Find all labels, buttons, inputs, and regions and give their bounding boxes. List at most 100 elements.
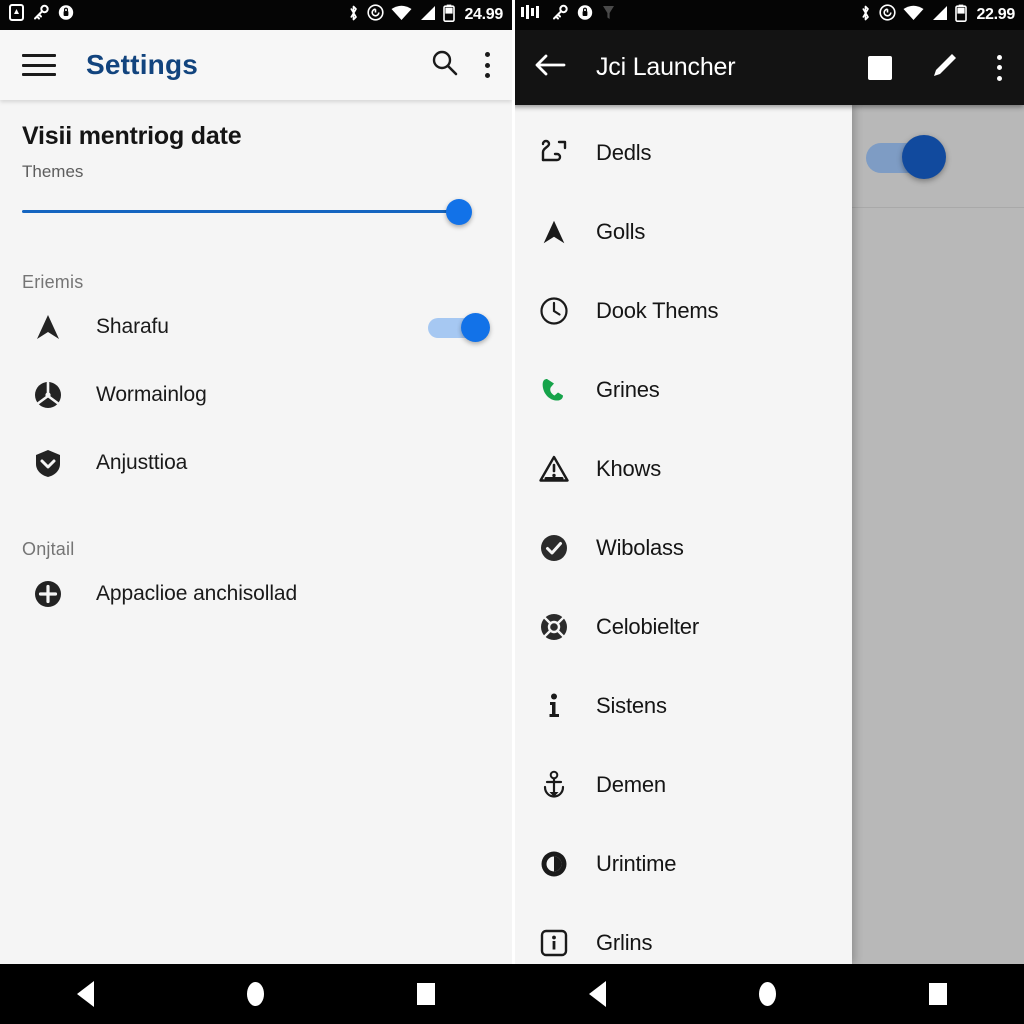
system-nav-bar	[0, 964, 512, 1024]
status-bar: 24.99	[0, 0, 512, 30]
status-bar-clock: 24.99	[464, 6, 503, 23]
background-setting-row	[852, 105, 1024, 205]
bluetooth-icon	[347, 4, 360, 27]
signal-icon	[931, 5, 948, 26]
drawer-item-celobielter[interactable]: Celobielter	[512, 587, 852, 666]
drawer-item-label: Demen	[596, 771, 666, 797]
pencil-edit-icon[interactable]	[930, 51, 958, 84]
page-title: Settings	[86, 49, 199, 80]
sync-icon	[367, 4, 385, 26]
settings-row-label: Sharafu	[96, 315, 169, 338]
drawer-item-dook-thems[interactable]: Dook Thems	[512, 271, 852, 350]
sim-card-icon	[9, 4, 24, 26]
launcher-actions	[868, 51, 1002, 84]
drawer-item-khows[interactable]: Khows	[512, 429, 852, 508]
plus-circle-icon	[22, 578, 74, 610]
overflow-menu-icon[interactable]	[996, 54, 1002, 81]
battery-icon	[955, 4, 968, 27]
overflow-menu-icon[interactable]	[484, 52, 490, 78]
check-circle-icon	[534, 533, 574, 563]
section-page-heading: Visii mentriog date	[22, 122, 242, 150]
drawer-item-label: Dook Thems	[596, 297, 719, 323]
bluetooth-icon	[859, 4, 872, 27]
shield-chevron-icon	[22, 447, 74, 479]
settings-row-label: Appaclioe anchisollad	[96, 582, 298, 605]
toggle-knob	[902, 135, 946, 179]
download-icon	[602, 4, 615, 26]
lifebuoy-icon	[534, 612, 574, 642]
hamburger-menu-icon[interactable]	[22, 54, 56, 76]
drawer-item-urintime[interactable]: Urintime	[512, 824, 852, 903]
launcher-app-bar: Jci Launcher	[512, 30, 1024, 105]
drawer-item-dedls[interactable]: Dedls	[512, 113, 852, 192]
stop-square-icon[interactable]	[868, 55, 892, 80]
app-badge-icon	[521, 4, 543, 26]
status-bar-right-icons: 24.99	[347, 4, 503, 27]
lock-badge-icon	[577, 4, 593, 26]
search-icon[interactable]	[431, 49, 458, 81]
drawer-item-label: Khows	[596, 455, 662, 481]
recents-square-icon[interactable]	[417, 983, 436, 1005]
back-triangle-icon[interactable]	[588, 981, 606, 1007]
drawer-item-label: Celobielter	[596, 613, 699, 639]
pie-progress-icon	[534, 849, 574, 879]
recents-square-icon[interactable]	[929, 983, 948, 1005]
settings-content: Visii mentriog date Themes Eriemis Shara…	[0, 100, 512, 964]
status-bar-left-icons	[9, 4, 74, 26]
background-toggle[interactable]	[866, 135, 946, 179]
wifi-icon	[391, 5, 412, 26]
system-nav-bar	[512, 964, 1024, 1024]
slider-track	[22, 210, 468, 213]
key-icon	[552, 4, 568, 26]
lock-badge-icon	[58, 4, 74, 26]
back-arrow-icon[interactable]	[534, 52, 566, 83]
clock-icon	[534, 296, 574, 326]
settings-row-appaclioe[interactable]: Appaclioe anchisollad	[22, 560, 490, 628]
drawer-item-demen[interactable]: Demen	[512, 745, 852, 824]
slider-thumb[interactable]	[446, 199, 472, 225]
home-circle-icon[interactable]	[758, 982, 776, 1006]
battery-icon	[443, 4, 456, 27]
sharafu-toggle[interactable]	[428, 312, 490, 342]
drawer-item-label: Golls	[596, 218, 646, 244]
section-header-onjtail: Onjtail	[22, 539, 75, 559]
section-header-eriemis: Eriemis	[22, 272, 84, 292]
drawer-item-label: Grlins	[596, 929, 653, 955]
drawer-item-label: Grines	[596, 376, 660, 402]
drawer-item-grines[interactable]: Grines	[512, 350, 852, 429]
dual-screenshot-container: 24.99 Settings Visii mentriog date Theme…	[0, 0, 1024, 1024]
settings-row-label: Wormainlog	[96, 383, 207, 406]
anchor-icon	[534, 770, 574, 800]
drawer-item-golls[interactable]: Golls	[512, 192, 852, 271]
drawer-item-label: Dedls	[596, 139, 652, 165]
toggle-knob	[461, 313, 490, 342]
navigation-arrow-icon	[22, 311, 74, 343]
drawer-item-label: Urintime	[596, 850, 677, 876]
settings-row-anjusttioa[interactable]: Anjusttioa	[22, 429, 490, 497]
drawer-item-wibolass[interactable]: Wibolass	[512, 508, 852, 587]
home-circle-icon[interactable]	[246, 982, 264, 1006]
drawer-item-grlins[interactable]: Grlins	[512, 903, 852, 964]
left-screen-settings: 24.99 Settings Visii mentriog date Theme…	[0, 0, 512, 1024]
warning-triangle-icon	[534, 454, 574, 484]
status-bar-clock: 22.99	[976, 6, 1015, 23]
sync-icon	[879, 4, 897, 26]
status-bar-left-icons	[521, 4, 615, 26]
app-bar-actions	[431, 49, 490, 81]
themes-slider[interactable]	[22, 196, 490, 230]
settings-row-wormainlog[interactable]: Wormainlog	[22, 361, 490, 429]
status-bar-right-icons: 22.99	[859, 4, 1015, 27]
signal-icon	[419, 5, 436, 26]
info-square-icon	[534, 928, 574, 958]
settings-app-bar: Settings	[0, 30, 512, 100]
settings-row-sharafu[interactable]: Sharafu	[22, 293, 490, 361]
navigation-arrow-icon	[534, 217, 574, 247]
drawer-item-label: Wibolass	[596, 534, 684, 560]
launcher-title: Jci Launcher	[596, 53, 736, 81]
slider-label: Themes	[22, 162, 84, 181]
key-icon	[33, 4, 49, 26]
phone-call-icon	[534, 375, 574, 405]
back-triangle-icon[interactable]	[76, 981, 94, 1007]
drawer-item-sistens[interactable]: Sistens	[512, 666, 852, 745]
info-icon	[534, 691, 574, 721]
